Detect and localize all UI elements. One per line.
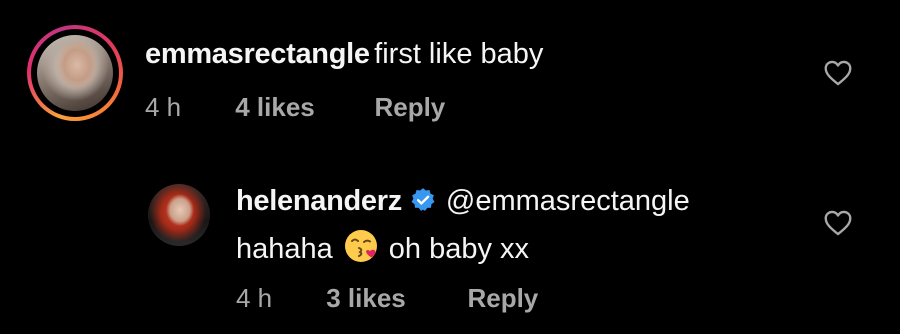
heart-outline-icon[interactable] [824, 210, 852, 236]
comment-line: emmasrectangle first like baby [145, 38, 543, 71]
kissing-face-with-heart-emoji-icon [344, 230, 377, 262]
comment-text-line: hahaha oh baby xx [236, 228, 529, 266]
comment-text: first like baby [374, 38, 544, 70]
likes-count[interactable]: 4 likes [235, 92, 367, 123]
comment-meta: 4 h 3 likes Reply [236, 283, 538, 314]
comment-line: helenanderz @emmasrectangle [236, 185, 690, 218]
timestamp: 4 h [236, 283, 273, 313]
username[interactable]: emmasrectangle [145, 38, 370, 70]
comment: emmasrectangle first like baby 4 h 4 lik… [0, 0, 900, 150]
comment-text: hahaha [236, 233, 333, 265]
mention-link[interactable]: @emmasrectangle [446, 185, 690, 217]
heart-outline-icon[interactable] [824, 60, 852, 86]
reply-button[interactable]: Reply [374, 92, 445, 123]
comment-text-continued: oh baby xx [388, 233, 530, 265]
likes-count[interactable]: 3 likes [326, 283, 460, 314]
avatar[interactable] [148, 184, 210, 246]
verified-badge-icon [411, 188, 435, 211]
avatar[interactable] [37, 35, 113, 111]
comment-meta: 4 h 4 likes Reply [145, 92, 445, 123]
username[interactable]: helenanderz [236, 185, 402, 217]
reply-button[interactable]: Reply [467, 283, 538, 314]
reply-comment: helenanderz @emmasrectangle hahaha oh ba… [0, 150, 900, 334]
timestamp: 4 h [145, 92, 182, 122]
